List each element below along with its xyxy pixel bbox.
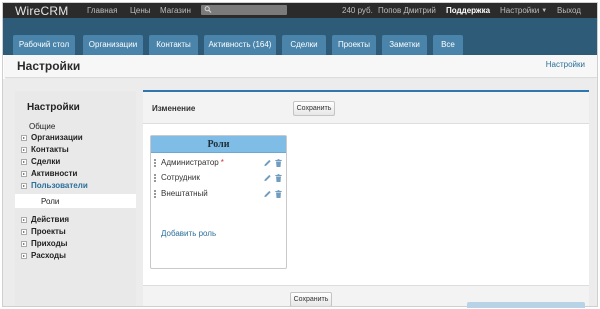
sidebar-item-label: Приходы <box>31 239 68 248</box>
sidebar-item-label: Сделки <box>31 157 61 166</box>
expand-icon <box>21 147 27 153</box>
tab-projects[interactable]: Проекты <box>332 35 376 55</box>
sidebar-item-label: Расходы <box>31 251 66 260</box>
trash-icon[interactable] <box>274 189 283 199</box>
tab-all[interactable]: Все <box>433 35 463 55</box>
sidebar-subitem-label: Роли <box>41 197 60 206</box>
trash-icon[interactable] <box>274 158 283 168</box>
page-title: Настройки <box>17 59 81 73</box>
add-role-link[interactable]: Добавить роль <box>161 229 216 238</box>
role-name: Администратор * <box>161 158 224 167</box>
settings-menu[interactable]: Настройки ▼ <box>500 6 547 15</box>
app-window: WireCRM Главная Цены Магазин 240 руб. По… <box>2 2 598 307</box>
sidebar-item-organizations[interactable]: Организации <box>21 133 83 142</box>
sidebar-item-projects[interactable]: Проекты <box>21 227 66 236</box>
required-mark: * <box>220 158 224 167</box>
sidebar-item-actions[interactable]: Действия <box>21 215 70 224</box>
user-name-link[interactable]: Попов Дмитрий <box>378 6 436 15</box>
expand-icon <box>21 159 27 165</box>
role-label: Сотрудник <box>161 173 200 182</box>
sidebar-item-activities[interactable]: Активности <box>21 169 78 178</box>
save-button-top[interactable]: Сохранить <box>293 101 335 116</box>
roles-card: Роли Администратор * Сотрудник Внештатный… <box>150 135 287 269</box>
tab-notes[interactable]: Заметки <box>382 35 427 55</box>
role-name: Сотрудник <box>161 173 202 182</box>
search-icon <box>204 6 212 13</box>
sidebar-item-label: Контакты <box>31 145 69 154</box>
expand-icon <box>21 217 27 223</box>
role-row[interactable]: Сотрудник <box>153 173 285 185</box>
search-box[interactable] <box>201 5 287 15</box>
tab-desktop[interactable]: Рабочий стол <box>13 35 75 55</box>
sidebar-item-expenses[interactable]: Расходы <box>21 251 66 260</box>
expand-icon <box>21 183 27 189</box>
support-link[interactable]: Поддержка <box>446 6 490 15</box>
drag-handle-icon[interactable] <box>154 190 157 199</box>
sidebar-item-label: Активности <box>31 169 78 178</box>
nav-link-home[interactable]: Главная <box>87 6 117 15</box>
sidebar-item-users[interactable]: Пользователи <box>21 181 88 190</box>
edit-toolbar: Изменение Сохранить <box>143 92 589 124</box>
role-name: Внештатный <box>161 189 210 198</box>
settings-menu-label: Настройки <box>500 6 540 15</box>
sidebar-title: Настройки <box>27 102 80 113</box>
expand-icon <box>21 241 27 247</box>
section-label: Изменение <box>152 104 196 113</box>
role-label: Администратор <box>161 158 219 167</box>
settings-sidebar: Настройки Общие Организации Контакты Сде… <box>15 91 136 306</box>
pencil-icon[interactable] <box>263 158 272 168</box>
logout-link[interactable]: Выход <box>557 6 581 15</box>
tab-contacts[interactable]: Контакты <box>149 35 198 55</box>
search-input[interactable] <box>213 5 285 15</box>
module-tabs-bar: Рабочий стол Организации Контакты Активн… <box>3 18 597 55</box>
role-row[interactable]: Администратор * <box>153 158 285 170</box>
sidebar-item-label: Организации <box>31 133 83 142</box>
nav-link-prices[interactable]: Цены <box>130 6 151 15</box>
pencil-icon[interactable] <box>263 173 272 183</box>
tab-deals[interactable]: Сделки <box>282 35 326 55</box>
sidebar-item-label: Пользователи <box>31 181 88 190</box>
drag-handle-icon[interactable] <box>154 174 157 183</box>
app-logo[interactable]: WireCRM <box>15 4 68 18</box>
expand-icon <box>21 135 27 141</box>
expand-icon <box>21 171 27 177</box>
trash-icon[interactable] <box>274 173 283 183</box>
nav-link-store[interactable]: Магазин <box>160 6 191 15</box>
expand-icon <box>21 253 27 259</box>
sidebar-item-label: Действия <box>31 215 70 224</box>
save-button-bottom[interactable]: Сохранить <box>290 292 332 306</box>
sidebar-item-contacts[interactable]: Контакты <box>21 145 69 154</box>
role-row[interactable]: Внештатный <box>153 189 285 201</box>
sidebar-subitem-roles[interactable]: Роли <box>15 194 136 208</box>
caret-down-icon: ▼ <box>541 8 548 14</box>
top-navbar: WireCRM Главная Цены Магазин 240 руб. По… <box>3 3 597 18</box>
tab-activity[interactable]: Активность (164) <box>204 35 276 55</box>
sidebar-item-deals[interactable]: Сделки <box>21 157 61 166</box>
tab-organizations[interactable]: Организации <box>83 35 143 55</box>
pencil-icon[interactable] <box>263 189 272 199</box>
sidebar-item-incomes[interactable]: Приходы <box>21 239 68 248</box>
roles-card-title: Роли <box>151 136 286 153</box>
drag-handle-icon[interactable] <box>154 159 157 168</box>
floating-panel-tab[interactable] <box>467 302 585 308</box>
main-panel: Изменение Сохранить Роли Администратор * … <box>143 90 589 306</box>
balance-text: 240 руб. <box>342 6 373 15</box>
sidebar-item-label: Проекты <box>31 227 66 236</box>
page-header: Настройки Настройки <box>5 55 597 78</box>
role-label: Внештатный <box>161 189 208 198</box>
header-settings-link[interactable]: Настройки <box>546 60 585 69</box>
expand-icon <box>21 229 27 235</box>
sidebar-item-general[interactable]: Общие <box>29 122 55 131</box>
